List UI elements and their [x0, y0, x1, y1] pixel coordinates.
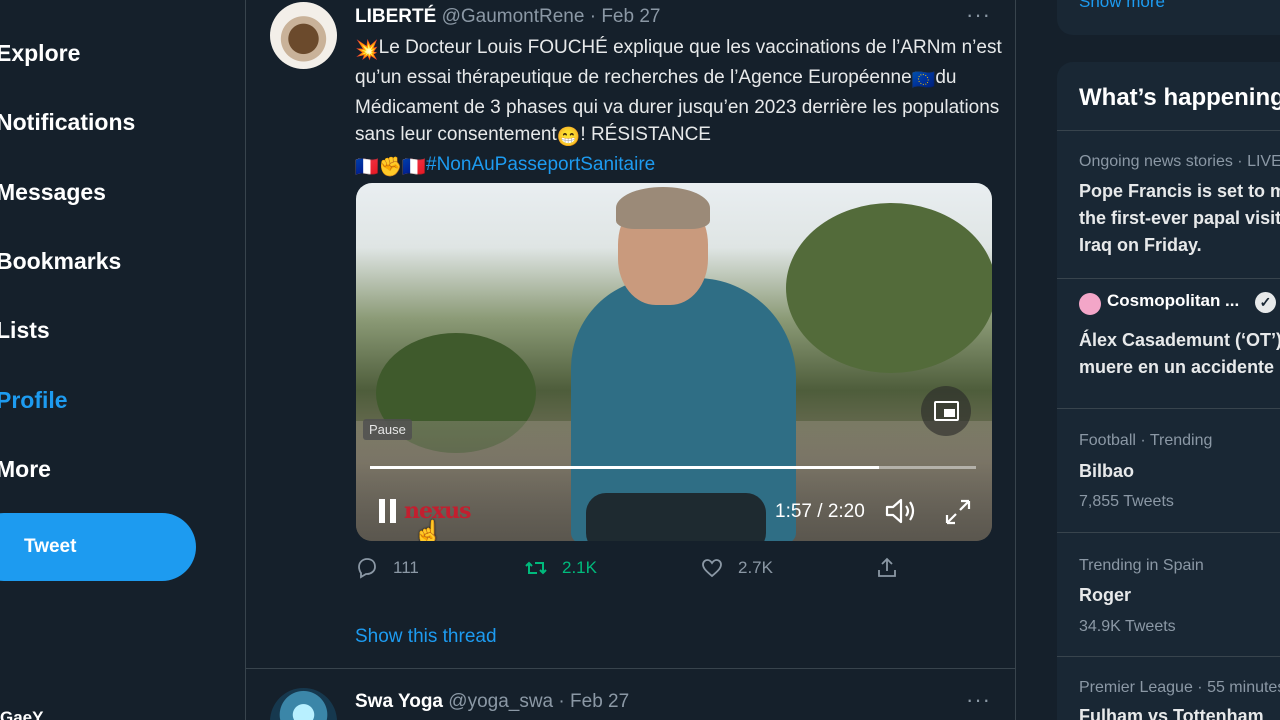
share-button[interactable]: [875, 556, 899, 580]
like-button[interactable]: 2.7K: [700, 556, 773, 580]
avatar[interactable]: [270, 2, 337, 69]
trend-count: 7,855 Tweets: [1079, 493, 1174, 510]
video-person: [616, 187, 710, 229]
cosmopolitan-logo-icon: [1079, 293, 1101, 315]
trend-category: Trending in Spain: [1079, 557, 1204, 574]
display-name[interactable]: LIBERTÉ: [355, 6, 436, 27]
verified-badge-icon: ✓: [1255, 292, 1276, 313]
account-switcher[interactable]: GaeY: [0, 708, 43, 720]
eu-flag-emoji-icon: 🇪🇺: [911, 70, 936, 91]
trend-item[interactable]: Cosmopolitan ... ✓ Álex Casademunt (‘OT’…: [1057, 278, 1280, 408]
volume-icon[interactable]: [884, 497, 918, 525]
like-count: 2.7K: [738, 558, 773, 577]
tweet-date[interactable]: Feb 27: [570, 691, 629, 712]
trends-panel: What’s happening Ongoing news stories · …: [1057, 62, 1280, 720]
nav-messages[interactable]: Messages: [0, 179, 106, 206]
avatar[interactable]: [270, 688, 337, 720]
fr-flag-emoji-icon: 🇫🇷: [355, 157, 379, 178]
trend-title-line: Iraq on Friday.: [1079, 235, 1202, 255]
trend-title-line: Álex Casademunt (‘OT’): [1079, 330, 1280, 350]
trends-title: What’s happening: [1079, 84, 1280, 111]
video-progress-bar[interactable]: [370, 466, 976, 469]
trend-item[interactable]: Trending in Spain Roger 34.9K Tweets: [1057, 532, 1280, 656]
video-player[interactable]: Pause nexus ☝ 1:57 / 2:20: [356, 183, 992, 541]
reply-button[interactable]: 111: [355, 556, 419, 580]
trend-category: Ongoing news stories · LIVE: [1079, 153, 1280, 170]
video-person: [586, 493, 766, 541]
collision-emoji-icon: 💥: [355, 40, 379, 61]
video-progress-fill: [370, 466, 880, 469]
reply-count: 111: [393, 558, 419, 577]
picture-in-picture-icon[interactable]: [921, 386, 971, 436]
share-icon: [878, 557, 896, 577]
trend-item[interactable]: Football · Trending Bilbao 7,855 Tweets: [1057, 408, 1280, 532]
heart-icon: [702, 559, 722, 578]
more-options-icon[interactable]: ···: [966, 2, 991, 28]
tweet-text-part: ! RÉSISTANCE: [580, 124, 711, 145]
tweet-text-part: Le Docteur Louis FOUCHÉ explique que les…: [355, 37, 1002, 88]
separator: ·: [558, 691, 565, 712]
fist-emoji-icon: ✊: [378, 157, 403, 178]
trend-title-line: Bilbao: [1079, 461, 1135, 481]
retweet-icon: [525, 561, 547, 575]
nav-explore[interactable]: Explore: [0, 40, 80, 67]
tweet-text: 💥Le Docteur Louis FOUCHÉ explique que le…: [355, 34, 1005, 181]
tweet-header: LIBERTÉ @GaumontRene · Feb 27: [355, 6, 660, 28]
pause-icon[interactable]: [378, 499, 398, 523]
nav-lists[interactable]: Lists: [0, 317, 50, 344]
separator: ·: [589, 6, 597, 27]
display-name[interactable]: Swa Yoga: [355, 691, 443, 712]
fr-flag-emoji-icon: 🇫🇷: [402, 157, 427, 178]
more-options-icon[interactable]: ···: [966, 687, 991, 713]
trend-title-line: Pope Francis is set to make: [1079, 181, 1280, 201]
trend-title-line: the first-ever papal visit to: [1079, 208, 1280, 228]
nav-more[interactable]: More: [0, 456, 51, 483]
left-navigation: Explore Notifications Messages Bookmarks…: [0, 0, 245, 720]
tweet-header: Swa Yoga @yoga_swa · Feb 27: [355, 691, 629, 713]
trend-category: Football · Trending: [1079, 432, 1213, 449]
retweet-button[interactable]: 2.1K: [524, 556, 597, 580]
trend-title-line: Roger: [1079, 585, 1132, 605]
grin-emoji-icon: 😁: [556, 127, 581, 148]
tweet-button[interactable]: Tweet: [0, 513, 196, 581]
timeline: LIBERTÉ @GaumontRene · Feb 27 ··· 💥Le Do…: [245, 0, 1016, 720]
video-time: 1:57 / 2:20: [775, 501, 865, 522]
tweet-date[interactable]: Feb 27: [601, 6, 660, 27]
retweet-count: 2.1K: [562, 558, 597, 577]
trend-title-line: muere en un accidente: [1079, 357, 1275, 377]
trend-item[interactable]: Premier League · 55 minutes ago Fulham v…: [1057, 656, 1280, 720]
nav-profile[interactable]: Profile: [0, 387, 68, 414]
video-scenery: [786, 203, 992, 373]
tweet[interactable]: Swa Yoga @yoga_swa · Feb 27 ···: [246, 670, 1015, 720]
tweet[interactable]: LIBERTÉ @GaumontRene · Feb 27 ··· 💥Le Do…: [246, 0, 1015, 669]
trend-source: Cosmopolitan ...: [1107, 291, 1240, 310]
handle[interactable]: @yoga_swa: [448, 691, 553, 712]
show-more-link[interactable]: Show more: [1079, 0, 1165, 12]
trend-item[interactable]: Ongoing news stories · LIVE Pope Francis…: [1057, 130, 1280, 278]
tweet-actions: 111 2.1K 2.7K: [246, 556, 1015, 590]
show-thread-link[interactable]: Show this thread: [355, 626, 497, 648]
trend-title-line: Fulham vs Tottenham: [1079, 706, 1264, 720]
reply-icon: [358, 558, 376, 579]
trend-category: Premier League · 55 minutes ago: [1079, 679, 1280, 696]
trend-count: 34.9K Tweets: [1079, 618, 1176, 635]
nav-notifications[interactable]: Notifications: [0, 109, 135, 136]
pause-tooltip: Pause: [363, 419, 412, 440]
hashtag-link[interactable]: #NonAuPasseportSanitaire: [426, 154, 655, 175]
handle[interactable]: @GaumontRene: [442, 6, 585, 27]
mouse-cursor-icon: ☝: [413, 520, 443, 541]
fullscreen-icon[interactable]: [943, 497, 973, 527]
nav-bookmarks[interactable]: Bookmarks: [0, 248, 121, 275]
